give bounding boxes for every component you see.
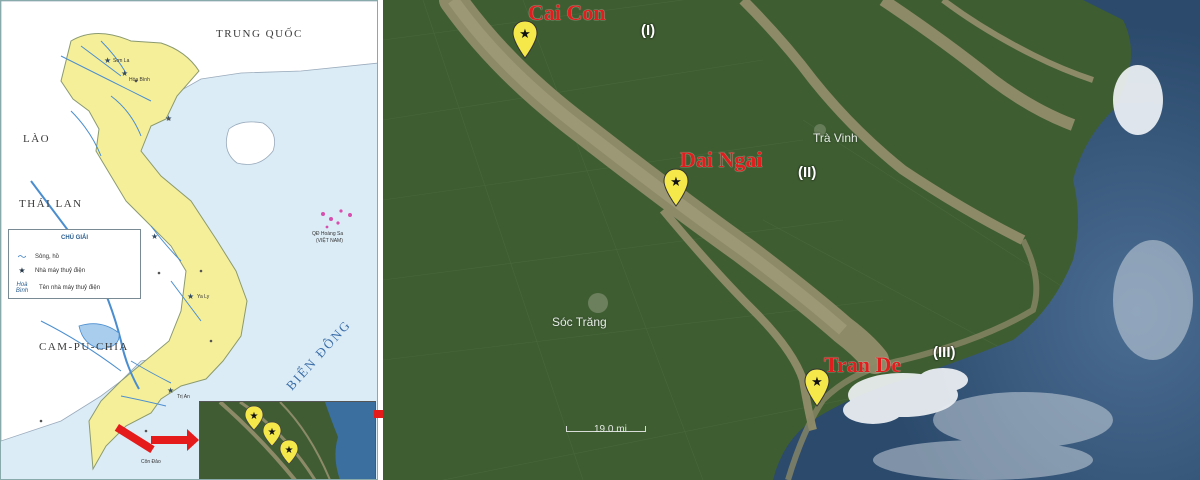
place-label: Ya Ly xyxy=(197,294,210,300)
site-label-dai-ngai: Dai Ngai xyxy=(680,147,763,172)
legend-title: CHÚ GIẢI xyxy=(61,235,88,241)
place-label-tra-vinh: Trà Vinh xyxy=(813,131,858,145)
place-label: Côn Đảo xyxy=(141,459,161,465)
legend-item-plant-name: Hoà Bình Tên nhà máy thuỷ điện xyxy=(11,282,100,294)
place-label: Sơn La xyxy=(113,58,130,64)
scale-bar: 19.0 mi xyxy=(566,418,646,438)
country-label-china: TRUNG QUỐC xyxy=(216,28,303,40)
place-label-soc-trang: Sóc Trăng xyxy=(552,315,607,329)
legend-label: Tên nhà máy thuỷ điện xyxy=(39,285,101,291)
river-icon: 〜 xyxy=(17,252,27,262)
location-pin-icon[interactable]: ★ xyxy=(512,20,538,60)
svg-text:★: ★ xyxy=(670,175,682,190)
satellite-graphic xyxy=(383,0,1200,480)
star-icon: ★ xyxy=(18,266,26,275)
site-numeral-3: (III) xyxy=(933,344,956,361)
country-label-cambodia: CAM-PU-CHIA xyxy=(39,341,129,353)
site-label-cai-con: Cai Con xyxy=(528,0,606,25)
svg-text:★: ★ xyxy=(268,427,277,438)
legend-label: Sông, hồ xyxy=(35,253,60,260)
svg-text:★: ★ xyxy=(285,445,294,456)
svg-text:★: ★ xyxy=(811,375,823,390)
location-pin-icon[interactable]: ★ xyxy=(663,168,689,208)
svg-text:★: ★ xyxy=(151,232,158,241)
map-legend: CHÚ GIẢI 〜 Sông, hồ ★ Nhà máy thuỷ điện … xyxy=(8,229,141,299)
svg-text:★: ★ xyxy=(250,411,259,422)
inset-satellite-thumbnail: ★ ★ ★ xyxy=(199,401,376,479)
legend-item-hydropower: ★ Nhà máy thuỷ điện xyxy=(15,266,85,275)
svg-text:★: ★ xyxy=(121,69,128,78)
legend-label: Nhà máy thuỷ điện xyxy=(35,267,86,274)
satellite-map: Trà Vinh Sóc Trăng ★ Cai Con (I) ★ Dai N… xyxy=(383,0,1200,480)
svg-text:★: ★ xyxy=(519,27,531,42)
islands-note: (VIỆT NAM) xyxy=(316,238,343,244)
site-label-tran-de: Tran De xyxy=(824,352,902,377)
svg-text:★: ★ xyxy=(104,56,111,65)
site-numeral-1: (I) xyxy=(641,22,656,39)
scale-bar-label: 19.0 mi xyxy=(594,424,627,435)
place-label: Hòa Bình xyxy=(129,77,150,83)
svg-text:★: ★ xyxy=(167,386,174,395)
country-label-laos: LÀO xyxy=(23,133,51,145)
legend-item-river: 〜 Sông, hồ xyxy=(15,250,59,263)
place-label: Trị An xyxy=(177,394,190,400)
islands-label: QĐ Hoàng Sa xyxy=(312,231,344,237)
site-numeral-2: (II) xyxy=(798,164,817,181)
legend-symbol-text: Hoà Bình xyxy=(15,282,29,294)
vietnam-overview-map: ★ ★ ★ ★ ★ ★ TRUNG QUỐC LÀO THÁI LAN CAM-… xyxy=(0,0,378,480)
inset-graphic: ★ ★ ★ xyxy=(200,402,375,479)
country-label-thailand: THÁI LAN xyxy=(19,198,83,210)
svg-text:★: ★ xyxy=(187,292,194,301)
